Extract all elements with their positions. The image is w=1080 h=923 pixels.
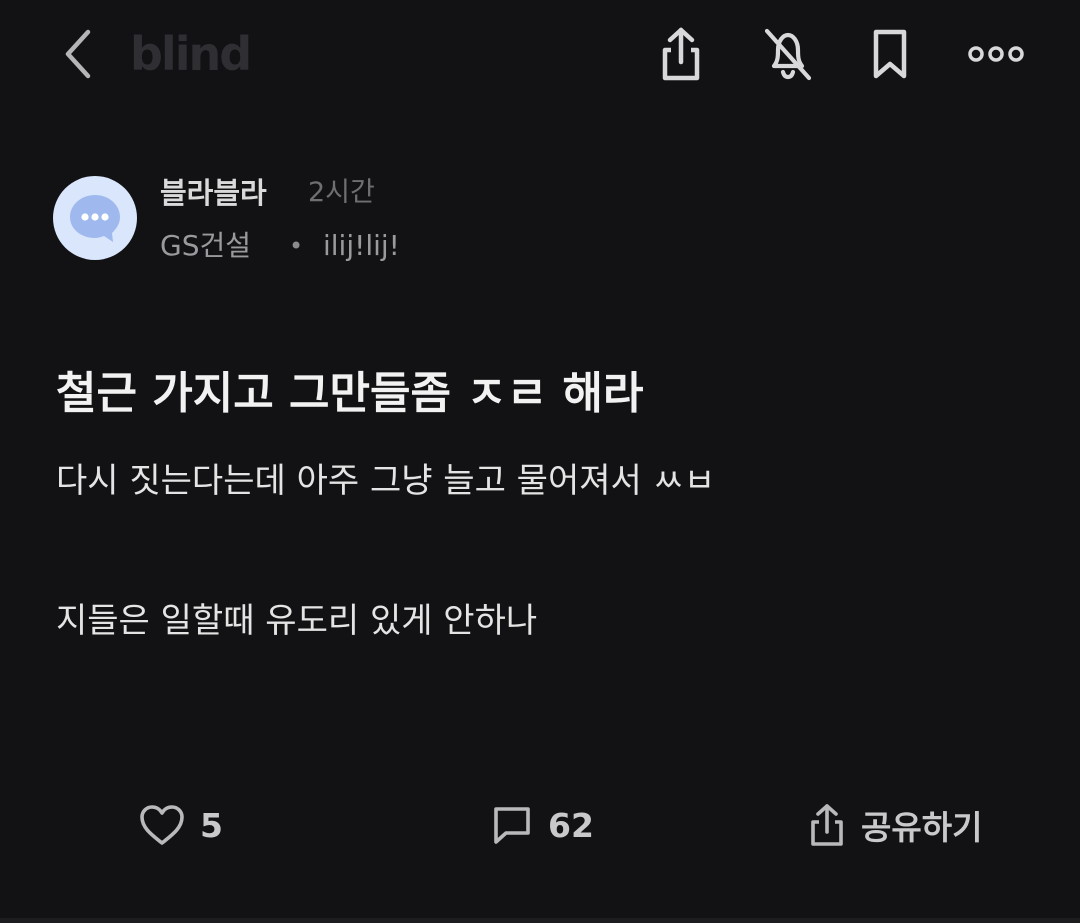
action-bar: 5 62 공유하기 [0,790,1080,860]
like-count: 5 [200,805,223,845]
comment-icon [494,807,530,844]
bookmark-icon [873,29,907,79]
chat-bubble-icon [70,195,120,242]
back-button[interactable] [56,26,100,82]
share-button[interactable] [651,24,711,84]
share-post-button[interactable]: 공유하기 [805,790,982,860]
heart-icon [140,805,184,845]
share-icon [811,804,843,846]
author-company[interactable]: GS건설 [160,229,251,263]
post-title: 철근 가지고 그만들좀 ㅈㄹ 해라 [56,368,644,419]
post-screen: blind 블라블라 2시간 GS건설 • ilij!lij! 철근 가지고 그… [0,0,1080,923]
meta-separator: • [289,232,304,260]
post-body-line: 다시 짓는다는데 아주 그냥 늘고 물어져서 ㅆㅂ [56,461,716,501]
notifications-off-button[interactable] [758,24,818,84]
avatar[interactable] [53,176,137,260]
comment-button[interactable]: 62 [490,790,594,860]
app-logo: blind [130,27,252,81]
comment-count: 62 [548,805,594,845]
author-nickname[interactable]: ilij!lij! [323,229,400,263]
post-time: 2시간 [308,177,375,208]
bookmark-button[interactable] [860,24,920,84]
chevron-left-icon [65,29,91,79]
bell-off-icon [764,28,812,81]
author-name[interactable]: 블라블라 [160,176,267,210]
like-button[interactable]: 5 [138,790,223,860]
more-horizontal-icon [968,46,1024,62]
author-info: 블라블라 2시간 GS건설 • ilij!lij! [53,176,953,266]
post-body-line: 지들은 일할때 유도리 있게 안하나 [56,601,538,641]
share-icon [662,27,700,81]
share-label: 공유하기 [861,808,983,847]
more-options-button[interactable] [966,24,1026,84]
top-bar: blind [0,0,1080,110]
bottom-divider [0,918,1080,923]
